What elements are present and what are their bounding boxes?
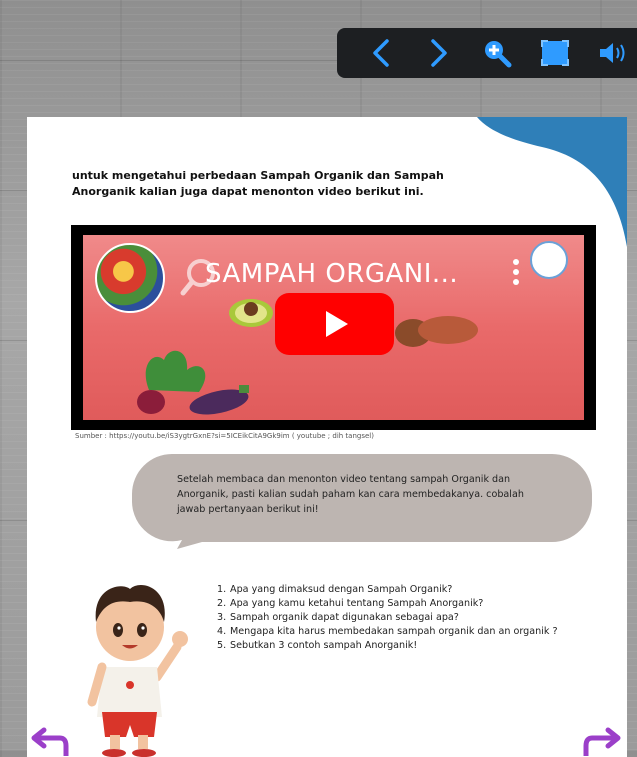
video-source-caption: Sumber : https://youtu.be/iS3ygtrGxnE?si… <box>75 432 374 440</box>
avocado-illustration <box>229 299 273 327</box>
video-embed[interactable]: SAMPAH ORGANI... <box>71 225 596 430</box>
vegetables-illustration <box>137 350 249 415</box>
cartoon-boy-illustration <box>87 585 188 757</box>
next-page-button[interactable] <box>421 35 457 71</box>
previous-page-button[interactable] <box>363 35 399 71</box>
fullscreen-icon <box>541 40 569 66</box>
video-thumbnail: SAMPAH ORGANI... <box>83 235 584 420</box>
youtube-play-icon <box>325 311 348 337</box>
intro-text: untuk mengetahui perbedaan Sampah Organi… <box>72 169 444 198</box>
list-item: 5. Sebutkan 3 contoh sampah Anorganik! <box>217 640 418 651</box>
list-item: 2. Apa yang kamu ketahui tentang Sampah A… <box>217 598 484 609</box>
book-page: untuk mengetahui perbedaan Sampah Organi… <box>27 117 627 757</box>
speaker-icon <box>600 43 625 63</box>
chevron-right-icon <box>431 39 447 67</box>
sweet-potato-illustration <box>395 316 478 347</box>
more-options-icon[interactable] <box>513 259 519 285</box>
zoom-in-button[interactable] <box>479 35 515 71</box>
organization-logo <box>530 241 568 279</box>
play-button[interactable] <box>275 293 394 355</box>
question-list: 1. Apa yang dimaksud dengan Sampah Organi… <box>217 583 577 653</box>
reader-toolbar <box>337 28 637 78</box>
list-item: 3. Sampah organik dapat digunakan sebagai… <box>217 612 459 623</box>
fullscreen-button[interactable] <box>537 35 573 71</box>
video-title: SAMPAH ORGANI... <box>205 259 459 289</box>
sound-button[interactable] <box>595 35 631 71</box>
chevron-left-icon <box>373 39 389 67</box>
bubble-text: Setelah membaca dan menonton video tenta… <box>177 474 524 515</box>
previous-page-arrow[interactable] <box>30 726 70 756</box>
channel-logo <box>95 243 165 313</box>
list-item: 1. Apa yang dimaksud dengan Sampah Organi… <box>217 584 453 595</box>
list-item: 4. Mengapa kita harus membedakan sampah o… <box>217 626 558 637</box>
next-page-arrow[interactable] <box>582 726 622 756</box>
zoom-in-icon <box>485 41 512 68</box>
